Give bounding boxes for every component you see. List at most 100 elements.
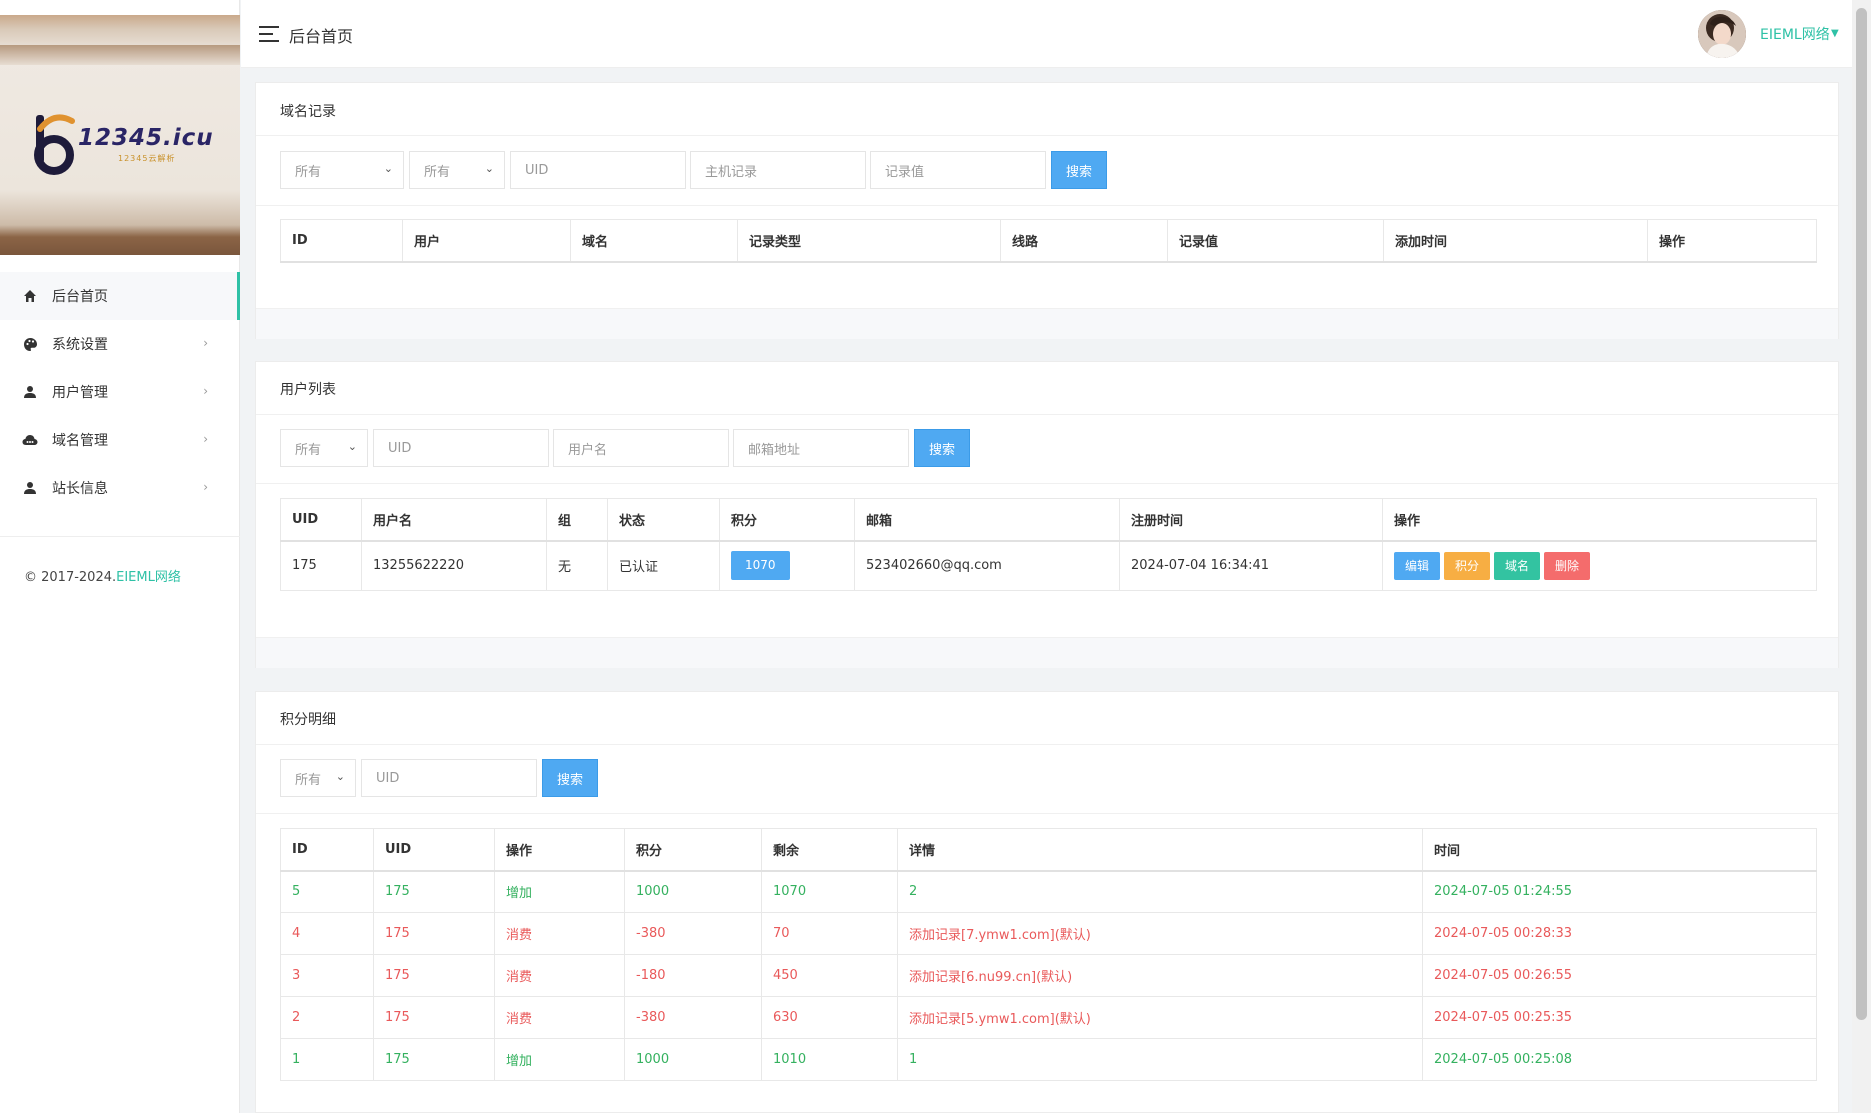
- caret-down-icon[interactable]: ▼: [1831, 28, 1839, 39]
- sidebar-item-label: 站长信息: [52, 481, 108, 497]
- points-action-button[interactable]: 积分: [1444, 551, 1491, 580]
- person-icon: [22, 480, 38, 496]
- cell-id: 4: [280, 912, 374, 955]
- username-input[interactable]: 用户名: [553, 429, 729, 467]
- uid-input[interactable]: UID: [510, 151, 686, 189]
- edit-button[interactable]: 编辑: [1394, 551, 1441, 580]
- sidebar-item-system-settings[interactable]: 系统设置 ›: [0, 320, 240, 368]
- user-list-card: 用户列表 所有 ⌄ UID 用户名 邮箱地址 搜索 UID 用户名 组 状态 积…: [255, 361, 1839, 668]
- cell-id: 5: [280, 870, 374, 913]
- table-row: 5 175 增加 1000 1070 2 2024-07-05 01:24:55: [280, 870, 1817, 913]
- page-title: 后台首页: [289, 27, 354, 46]
- column-header: 操作: [1647, 219, 1817, 263]
- placeholder: UID: [376, 770, 400, 786]
- domain-filter-select-2[interactable]: 所有 ⌄: [409, 151, 505, 189]
- sidebar-item-user-management[interactable]: 用户管理 ›: [0, 368, 240, 416]
- cell-remain: 630: [761, 996, 898, 1039]
- domain-action-button[interactable]: 域名: [1494, 551, 1541, 580]
- column-header: 注册时间: [1119, 498, 1383, 542]
- column-header: 邮箱: [854, 498, 1120, 542]
- domain-filter-select-1[interactable]: 所有 ⌄: [280, 151, 404, 189]
- cell-points: -380: [624, 996, 762, 1039]
- site-logo[interactable]: 12345.icu 12345云解析: [0, 15, 240, 255]
- placeholder: 主机记录: [705, 164, 758, 180]
- cell-actions: 编辑 积分 域名 删除: [1382, 540, 1817, 591]
- record-value-input[interactable]: 记录值: [870, 151, 1046, 189]
- uid-input[interactable]: UID: [361, 759, 537, 797]
- cell-registered: 2024-07-04 16:34:41: [1119, 540, 1383, 591]
- cell-uid: 175: [373, 1038, 495, 1081]
- sidebar: 12345.icu 12345云解析 后台首页 系统设置 › 用户管理 › 域名…: [0, 0, 240, 1113]
- card-footer: [256, 308, 1838, 339]
- placeholder: UID: [388, 440, 412, 456]
- cell-id: 1: [280, 1038, 374, 1081]
- points-filter-select[interactable]: 所有 ⌄: [280, 759, 356, 797]
- cell-time: 2024-07-05 01:24:55: [1422, 870, 1817, 913]
- copyright: © 2017-2024.EIEML网络: [24, 566, 181, 585]
- cell-remain: 70: [761, 912, 898, 955]
- cell-detail: 添加记录[5.ymw1.com](默认): [897, 996, 1423, 1039]
- column-header: ID: [280, 219, 403, 263]
- cell-op: 消费: [494, 996, 625, 1039]
- column-header: 用户: [402, 219, 571, 263]
- logo-b-mark: [34, 114, 75, 175]
- user-filter-bar: 所有 ⌄ UID 用户名 邮箱地址 搜索: [280, 429, 980, 467]
- placeholder: 用户名: [568, 442, 608, 458]
- logo-shelf: [0, 45, 240, 65]
- chevron-down-icon: ⌄: [347, 440, 357, 453]
- sidebar-divider: [0, 536, 240, 537]
- cell-remain: 1010: [761, 1038, 898, 1081]
- column-header: 用户名: [361, 498, 547, 542]
- points-detail-card: 积分明细 所有 ⌄ UID 搜索 ID UID 操作 积分 剩余 详情 时间 5…: [255, 691, 1839, 1113]
- page-scrollbar[interactable]: [1852, 0, 1871, 1113]
- sidebar-item-domain-management[interactable]: 域名管理 ›: [0, 416, 240, 464]
- cell-remain: 450: [761, 954, 898, 997]
- select-value: 所有: [295, 164, 322, 180]
- email-input[interactable]: 邮箱地址: [733, 429, 909, 467]
- domain-search-button[interactable]: 搜索: [1051, 151, 1107, 189]
- cell-points: 1000: [624, 870, 762, 913]
- host-record-input[interactable]: 主机记录: [690, 151, 866, 189]
- menu-toggle-icon[interactable]: [259, 25, 281, 43]
- select-value: 所有: [424, 164, 451, 180]
- column-header: 操作: [494, 828, 625, 872]
- card-title: 域名记录: [280, 104, 336, 120]
- sidebar-item-webmaster-info[interactable]: 站长信息 ›: [0, 464, 240, 512]
- points-search-button[interactable]: 搜索: [542, 759, 598, 797]
- points-filter-bar: 所有 ⌄ UID 搜索: [280, 759, 680, 797]
- column-header: 详情: [897, 828, 1423, 872]
- domain-records-table: ID 用户 域名 记录类型 线路 记录值 添加时间 操作: [280, 219, 1817, 263]
- cell-detail: 2: [897, 870, 1423, 913]
- user-search-button[interactable]: 搜索: [914, 429, 970, 467]
- column-header: 剩余: [761, 828, 898, 872]
- column-header: 积分: [624, 828, 762, 872]
- card-separator: [256, 483, 1838, 484]
- uid-input[interactable]: UID: [373, 429, 549, 467]
- chevron-down-icon: ⌄: [383, 162, 393, 175]
- avatar[interactable]: [1698, 10, 1746, 58]
- table-header-row: ID 用户 域名 记录类型 线路 记录值 添加时间 操作: [280, 219, 1817, 263]
- card-title: 积分明细: [280, 712, 336, 728]
- points-detail-table: ID UID 操作 积分 剩余 详情 时间 5 175 增加 1000 1070…: [280, 828, 1817, 1081]
- user-icon: [22, 384, 38, 400]
- delete-button[interactable]: 删除: [1544, 551, 1591, 580]
- cell-group: 无: [546, 540, 608, 591]
- logo-text: 12345.icu: [78, 125, 214, 151]
- user-filter-select[interactable]: 所有 ⌄: [280, 429, 368, 467]
- top-header: 后台首页 EIEML网络 ▼: [241, 0, 1852, 68]
- copyright-text: © 2017-2024.: [24, 570, 117, 585]
- placeholder: 记录值: [885, 164, 925, 180]
- cell-detail: 添加记录[6.nu99.cn](默认): [897, 954, 1423, 997]
- points-button[interactable]: 1070: [731, 551, 790, 581]
- cell-time: 2024-07-05 00:26:55: [1422, 954, 1817, 997]
- copyright-brand-link[interactable]: EIEML网络: [116, 570, 181, 585]
- column-header: 记录值: [1167, 219, 1384, 263]
- cell-uid: 175: [373, 912, 495, 955]
- cell-points: 1000: [624, 1038, 762, 1081]
- sidebar-item-home[interactable]: 后台首页: [0, 272, 240, 320]
- sidebar-item-label: 后台首页: [52, 289, 108, 305]
- sidebar-item-label: 系统设置: [52, 337, 108, 353]
- user-menu[interactable]: EIEML网络: [1760, 24, 1830, 44]
- scrollbar-thumb[interactable]: [1856, 8, 1867, 1020]
- sidebar-item-label: 域名管理: [52, 433, 108, 449]
